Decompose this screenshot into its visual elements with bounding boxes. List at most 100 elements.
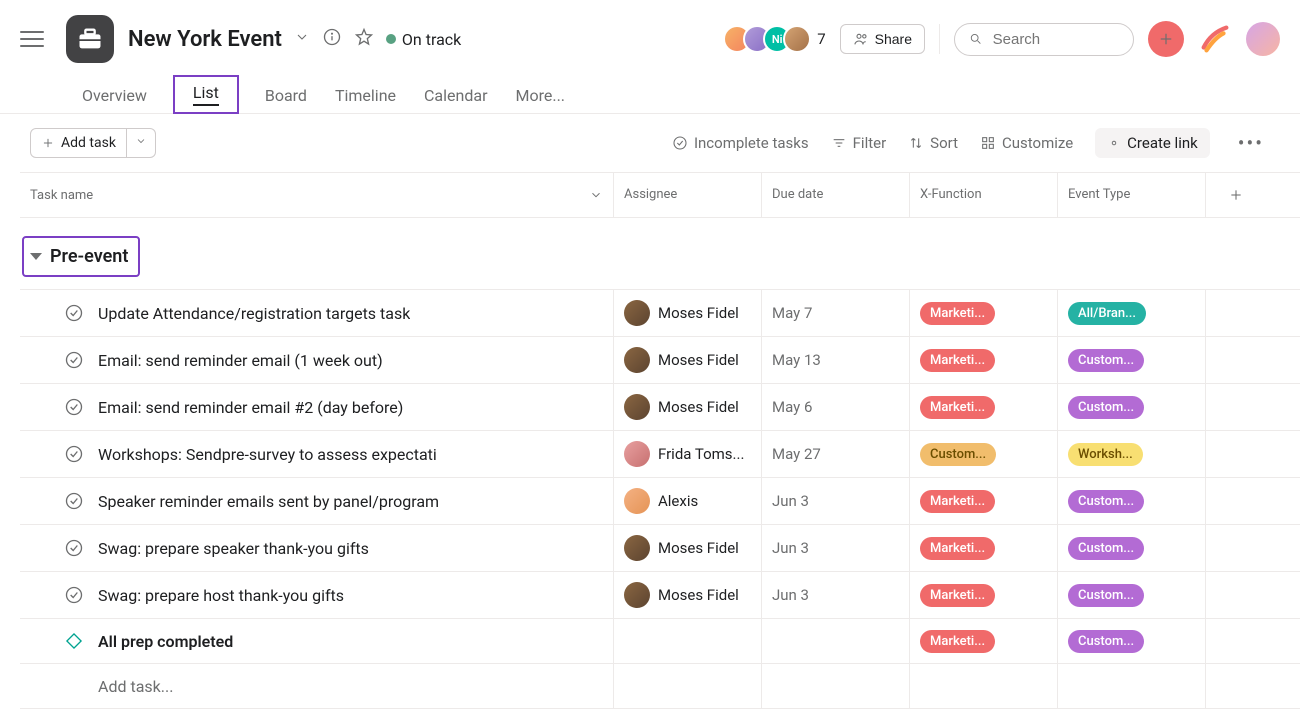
table-row[interactable]: Email: send reminder email #2 (day befor… bbox=[20, 384, 1300, 431]
milestone-icon[interactable] bbox=[64, 631, 84, 651]
global-add-button[interactable] bbox=[1148, 21, 1184, 57]
event-type-cell[interactable]: Custom... bbox=[1058, 525, 1206, 571]
due-date-cell[interactable]: May 27 bbox=[762, 431, 910, 477]
sort-icon bbox=[908, 135, 924, 151]
favorite-button[interactable] bbox=[354, 27, 374, 51]
x-function-cell[interactable]: Marketi... bbox=[910, 290, 1058, 336]
assignee-cell[interactable]: Moses Fidel bbox=[614, 384, 762, 430]
task-name-cell[interactable]: Email: send reminder email #2 (day befor… bbox=[20, 384, 614, 430]
due-date-cell[interactable]: May 6 bbox=[762, 384, 910, 430]
table-row[interactable]: Email: send reminder email (1 week out)M… bbox=[20, 337, 1300, 384]
status-pill[interactable]: On track bbox=[386, 30, 461, 49]
profile-avatar[interactable] bbox=[1246, 22, 1280, 56]
table-row[interactable]: Workshops: Sendpre-survey to assess expe… bbox=[20, 431, 1300, 478]
add-task-cell[interactable]: Add task... bbox=[20, 664, 614, 708]
complete-checkbox[interactable] bbox=[64, 585, 84, 605]
member-avatars[interactable]: Ni 7 bbox=[731, 25, 825, 53]
due-date-cell[interactable]: May 7 bbox=[762, 290, 910, 336]
x-function-cell[interactable]: Marketi... bbox=[910, 619, 1058, 663]
status-dot bbox=[386, 34, 396, 44]
task-name-cell[interactable]: Speaker reminder emails sent by panel/pr… bbox=[20, 478, 614, 524]
due-date-cell[interactable]: Jun 3 bbox=[762, 478, 910, 524]
table-row[interactable]: All prep completed Marketi...Custom... bbox=[20, 619, 1300, 664]
chevron-down-icon bbox=[135, 135, 147, 147]
due-date-cell[interactable]: Jun 3 bbox=[762, 572, 910, 618]
complete-checkbox[interactable] bbox=[64, 444, 84, 464]
due-date: Jun 3 bbox=[772, 586, 809, 604]
toolbar-right: Incomplete tasks Filter Sort Customize C… bbox=[672, 128, 1270, 158]
member-count: 7 bbox=[817, 30, 825, 48]
share-button[interactable]: Share bbox=[840, 24, 925, 54]
event-type-cell[interactable]: Custom... bbox=[1058, 478, 1206, 524]
table-row[interactable]: Speaker reminder emails sent by panel/pr… bbox=[20, 478, 1300, 525]
event-type-cell[interactable]: Worksh... bbox=[1058, 431, 1206, 477]
sort-button[interactable]: Sort bbox=[908, 134, 958, 152]
add-task-button[interactable]: Add task bbox=[30, 128, 127, 158]
event-type-cell[interactable]: All/Bran... bbox=[1058, 290, 1206, 336]
x-function-cell[interactable]: Marketi... bbox=[910, 525, 1058, 571]
task-name-cell[interactable]: Workshops: Sendpre-survey to assess expe… bbox=[20, 431, 614, 477]
x-function-cell[interactable]: Custom... bbox=[910, 431, 1058, 477]
customize-button[interactable]: Customize bbox=[980, 134, 1073, 152]
complete-checkbox[interactable] bbox=[64, 538, 84, 558]
project-title: New York Event bbox=[128, 27, 282, 52]
upgrade-icon[interactable] bbox=[1198, 22, 1232, 56]
assignee-cell[interactable]: Moses Fidel bbox=[614, 525, 762, 571]
tab-board[interactable]: Board bbox=[263, 78, 309, 113]
more-actions-button[interactable]: ••• bbox=[1232, 131, 1270, 155]
section-header[interactable]: Pre-event bbox=[22, 236, 140, 277]
tab-overview[interactable]: Overview bbox=[80, 78, 149, 113]
complete-checkbox[interactable] bbox=[64, 397, 84, 417]
add-column-button[interactable] bbox=[1206, 173, 1266, 217]
tab-timeline[interactable]: Timeline bbox=[333, 78, 398, 113]
assignee-cell[interactable] bbox=[614, 619, 762, 663]
add-task-dropdown[interactable] bbox=[127, 128, 156, 158]
column-event-type[interactable]: Event Type bbox=[1058, 173, 1206, 217]
task-name-cell[interactable]: Email: send reminder email (1 week out) bbox=[20, 337, 614, 383]
filter-button[interactable]: Filter bbox=[831, 134, 887, 152]
x-function-cell[interactable]: Marketi... bbox=[910, 572, 1058, 618]
column-due-date[interactable]: Due date bbox=[762, 173, 910, 217]
search-input[interactable] bbox=[991, 30, 1119, 49]
event-type-cell[interactable]: Custom... bbox=[1058, 384, 1206, 430]
assignee-cell[interactable]: Moses Fidel bbox=[614, 572, 762, 618]
due-date-cell[interactable]: May 13 bbox=[762, 337, 910, 383]
create-link-button[interactable]: Create link bbox=[1095, 128, 1210, 158]
incomplete-tasks-filter[interactable]: Incomplete tasks bbox=[672, 134, 809, 152]
tab-calendar[interactable]: Calendar bbox=[422, 78, 489, 113]
table-row[interactable]: Update Attendance/registration targets t… bbox=[20, 289, 1300, 337]
table-row[interactable]: Swag: prepare speaker thank-you giftsMos… bbox=[20, 525, 1300, 572]
column-assignee[interactable]: Assignee bbox=[614, 173, 762, 217]
event-type-cell[interactable]: Custom... bbox=[1058, 337, 1206, 383]
search-field[interactable] bbox=[954, 23, 1134, 56]
x-function-cell[interactable]: Marketi... bbox=[910, 384, 1058, 430]
due-date-cell[interactable]: Jun 3 bbox=[762, 525, 910, 571]
task-name-cell[interactable]: Update Attendance/registration targets t… bbox=[20, 290, 614, 336]
column-x-function[interactable]: X-Function bbox=[910, 173, 1058, 217]
complete-checkbox[interactable] bbox=[64, 303, 84, 323]
tab-more[interactable]: More... bbox=[514, 78, 568, 113]
tab-list[interactable]: List bbox=[173, 75, 239, 114]
grid-icon bbox=[980, 135, 996, 151]
column-task-name[interactable]: Task name bbox=[20, 173, 614, 217]
task-name-cell[interactable]: Swag: prepare speaker thank-you gifts bbox=[20, 525, 614, 571]
project-info-button[interactable] bbox=[322, 27, 342, 51]
event-type-cell[interactable]: Custom... bbox=[1058, 619, 1206, 663]
assignee-cell[interactable]: Alexis bbox=[614, 478, 762, 524]
task-name-cell[interactable]: Swag: prepare host thank-you gifts bbox=[20, 572, 614, 618]
event-type-cell[interactable]: Custom... bbox=[1058, 572, 1206, 618]
assignee-avatar bbox=[624, 488, 650, 514]
add-task-row[interactable]: Add task... bbox=[20, 664, 1300, 709]
assignee-cell[interactable]: Frida Toms... bbox=[614, 431, 762, 477]
task-name-cell[interactable]: All prep completed bbox=[20, 619, 614, 663]
menu-toggle-button[interactable] bbox=[20, 23, 52, 55]
assignee-cell[interactable]: Moses Fidel bbox=[614, 290, 762, 336]
table-row[interactable]: Swag: prepare host thank-you giftsMoses … bbox=[20, 572, 1300, 619]
project-menu-chevron[interactable] bbox=[294, 29, 310, 49]
complete-checkbox[interactable] bbox=[64, 491, 84, 511]
x-function-cell[interactable]: Marketi... bbox=[910, 337, 1058, 383]
due-date-cell[interactable] bbox=[762, 619, 910, 663]
x-function-cell[interactable]: Marketi... bbox=[910, 478, 1058, 524]
complete-checkbox[interactable] bbox=[64, 350, 84, 370]
assignee-cell[interactable]: Moses Fidel bbox=[614, 337, 762, 383]
